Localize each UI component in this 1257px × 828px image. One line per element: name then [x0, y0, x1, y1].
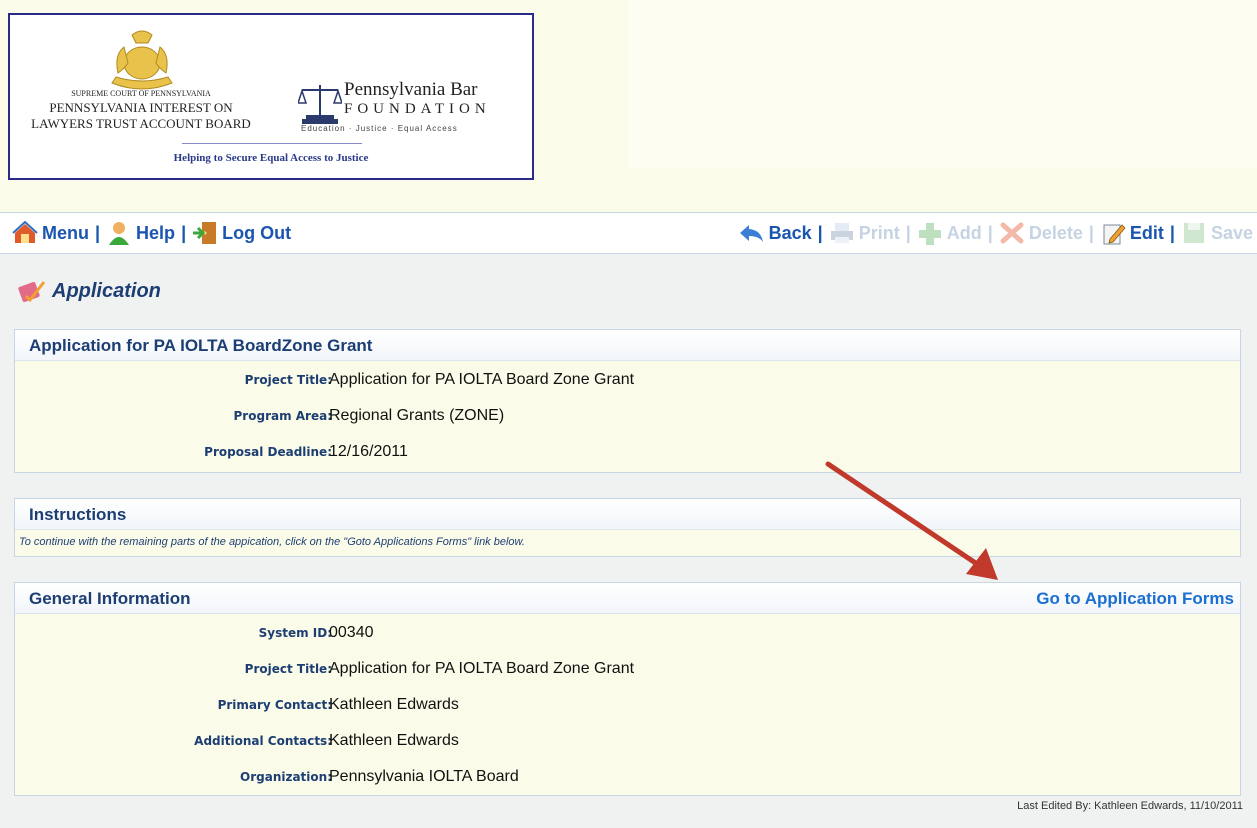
- back-label: Back: [768, 222, 812, 243]
- field-row: Program Area: Regional Grants (ZONE): [15, 401, 1240, 437]
- back-arrow-icon: [739, 225, 763, 242]
- project-title-value: Application for PA IOLTA Board Zone Gran…: [329, 371, 635, 388]
- application-form-icon: [18, 281, 46, 303]
- last-edited-info: Last Edited By: Kathleen Edwards, 11/10/…: [1017, 800, 1243, 812]
- project-title-label: Project Title:: [244, 662, 332, 676]
- project-title-label: Project Title:: [244, 373, 332, 387]
- system-id-label: System ID:: [258, 626, 332, 640]
- toolbar-separator: |: [181, 222, 187, 243]
- log-out-icon: [193, 222, 217, 244]
- toolbar-separator: |: [95, 222, 101, 243]
- application-summary-title: Application for PA IOLTA BoardZone Grant: [29, 336, 373, 355]
- printer-icon: [830, 223, 853, 243]
- print-button[interactable]: Print: [829, 221, 900, 245]
- toolbar-separator: |: [905, 222, 911, 243]
- page-heading: Application: [18, 278, 161, 304]
- main-content: Application Application for PA IOLTA Boa…: [0, 254, 1257, 828]
- general-information-title: General Information: [29, 589, 191, 608]
- application-summary-panel: Application for PA IOLTA BoardZone Grant…: [14, 329, 1241, 473]
- edit-icon: [1103, 224, 1126, 245]
- field-row: Organization: Pennsylvania IOLTA Board: [15, 762, 1240, 798]
- proposal-deadline-label: Proposal Deadline:: [204, 445, 332, 459]
- toolbar-separator: |: [817, 222, 823, 243]
- program-area-value: Regional Grants (ZONE): [329, 407, 505, 424]
- panel-header: General Information Go to Application Fo…: [15, 583, 1240, 614]
- field-row: Proposal Deadline: 12/16/2011: [15, 437, 1240, 473]
- help-button[interactable]: Help: [106, 221, 175, 245]
- toolbar-separator: |: [1088, 222, 1094, 243]
- panel-header: Instructions: [15, 499, 1240, 530]
- program-area-label: Program Area:: [233, 409, 332, 423]
- delete-label: Delete: [1028, 222, 1083, 243]
- add-button[interactable]: Add: [917, 221, 982, 245]
- additional-contacts-label: Additional Contacts:: [194, 734, 332, 748]
- toolbar-separator: |: [987, 222, 993, 243]
- log-out-button[interactable]: Log Out: [192, 221, 291, 245]
- page-title: Application: [52, 279, 161, 302]
- panel-header: Application for PA IOLTA BoardZone Grant: [15, 330, 1240, 361]
- board-name-line1: PENNSYLVANIA INTEREST ON: [49, 100, 233, 115]
- edit-button[interactable]: Edit: [1100, 221, 1164, 245]
- field-row: Project Title: Application for PA IOLTA …: [15, 654, 1240, 690]
- general-information-panel: General Information Go to Application Fo…: [14, 582, 1241, 796]
- scales-of-justice-icon: [298, 85, 342, 124]
- field-row: Project Title: Application for PA IOLTA …: [15, 365, 1240, 401]
- delete-button[interactable]: Delete: [999, 221, 1083, 245]
- organization-label: Organization:: [240, 770, 332, 784]
- proposal-deadline-value: 12/16/2011: [329, 443, 408, 460]
- court-name-small: SUPREME COURT OF PENNSYLVANIA: [71, 89, 211, 98]
- delete-icon: [1000, 222, 1024, 244]
- instructions-title: Instructions: [29, 505, 127, 524]
- state-seal-icon: [111, 30, 173, 90]
- main-toolbar: Menu | Help | Log Out Back | Print | Add…: [0, 212, 1257, 254]
- site-logo[interactable]: SUPREME COURT OF PENNSYLVANIA PENNSYLVAN…: [8, 13, 534, 180]
- save-label: Save: [1210, 222, 1253, 243]
- foundation-name: Pennsylvania Bar: [344, 79, 478, 100]
- site-header: SUPREME COURT OF PENNSYLVANIA PENNSYLVAN…: [0, 0, 1257, 210]
- menu-icon: [12, 221, 38, 243]
- save-button[interactable]: Save: [1181, 221, 1253, 245]
- go-to-application-forms-link[interactable]: Go to Application Forms: [1036, 589, 1234, 609]
- primary-contact-label: Primary Contact:: [217, 698, 332, 712]
- field-row: Primary Contact: Kathleen Edwards: [15, 690, 1240, 726]
- foundation-word: FOUNDATION: [344, 101, 491, 117]
- system-id-value: 00340: [329, 624, 374, 641]
- print-label: Print: [858, 222, 900, 243]
- additional-contacts-value: Kathleen Edwards: [329, 732, 459, 749]
- back-button[interactable]: Back: [739, 221, 812, 245]
- logo-subtitle: Helping to Secure Equal Access to Justic…: [173, 152, 369, 164]
- field-row: Additional Contacts: Kathleen Edwards: [15, 726, 1240, 762]
- toolbar-right-group: Back | Print | Add | Delete | Edit | Sav…: [739, 221, 1253, 245]
- save-icon: [1183, 223, 1204, 243]
- menu-label: Menu: [42, 222, 89, 243]
- add-icon: [918, 223, 941, 245]
- toolbar-left-group: Menu | Help | Log Out: [12, 221, 291, 245]
- instructions-panel: Instructions To continue with the remain…: [14, 498, 1241, 557]
- foundation-tagline: Education · Justice · Equal Access: [301, 124, 458, 133]
- primary-contact-value: Kathleen Edwards: [329, 696, 459, 713]
- edit-label: Edit: [1129, 222, 1164, 243]
- menu-button[interactable]: Menu: [12, 221, 89, 245]
- help-icon: [109, 222, 130, 245]
- help-label: Help: [136, 222, 176, 243]
- field-row: System ID: 00340: [15, 618, 1240, 654]
- logo-divider: [182, 143, 362, 144]
- log-out-label: Log Out: [222, 222, 292, 243]
- toolbar-separator: |: [1169, 222, 1175, 243]
- add-label: Add: [946, 222, 982, 243]
- project-title-value: Application for PA IOLTA Board Zone Gran…: [329, 660, 635, 677]
- organization-value: Pennsylvania IOLTA Board: [329, 768, 519, 785]
- header-banner-area: [628, 0, 1257, 168]
- board-name-line2: LAWYERS TRUST ACCOUNT BOARD: [31, 116, 251, 131]
- instructions-text: To continue with the remaining parts of …: [19, 536, 525, 548]
